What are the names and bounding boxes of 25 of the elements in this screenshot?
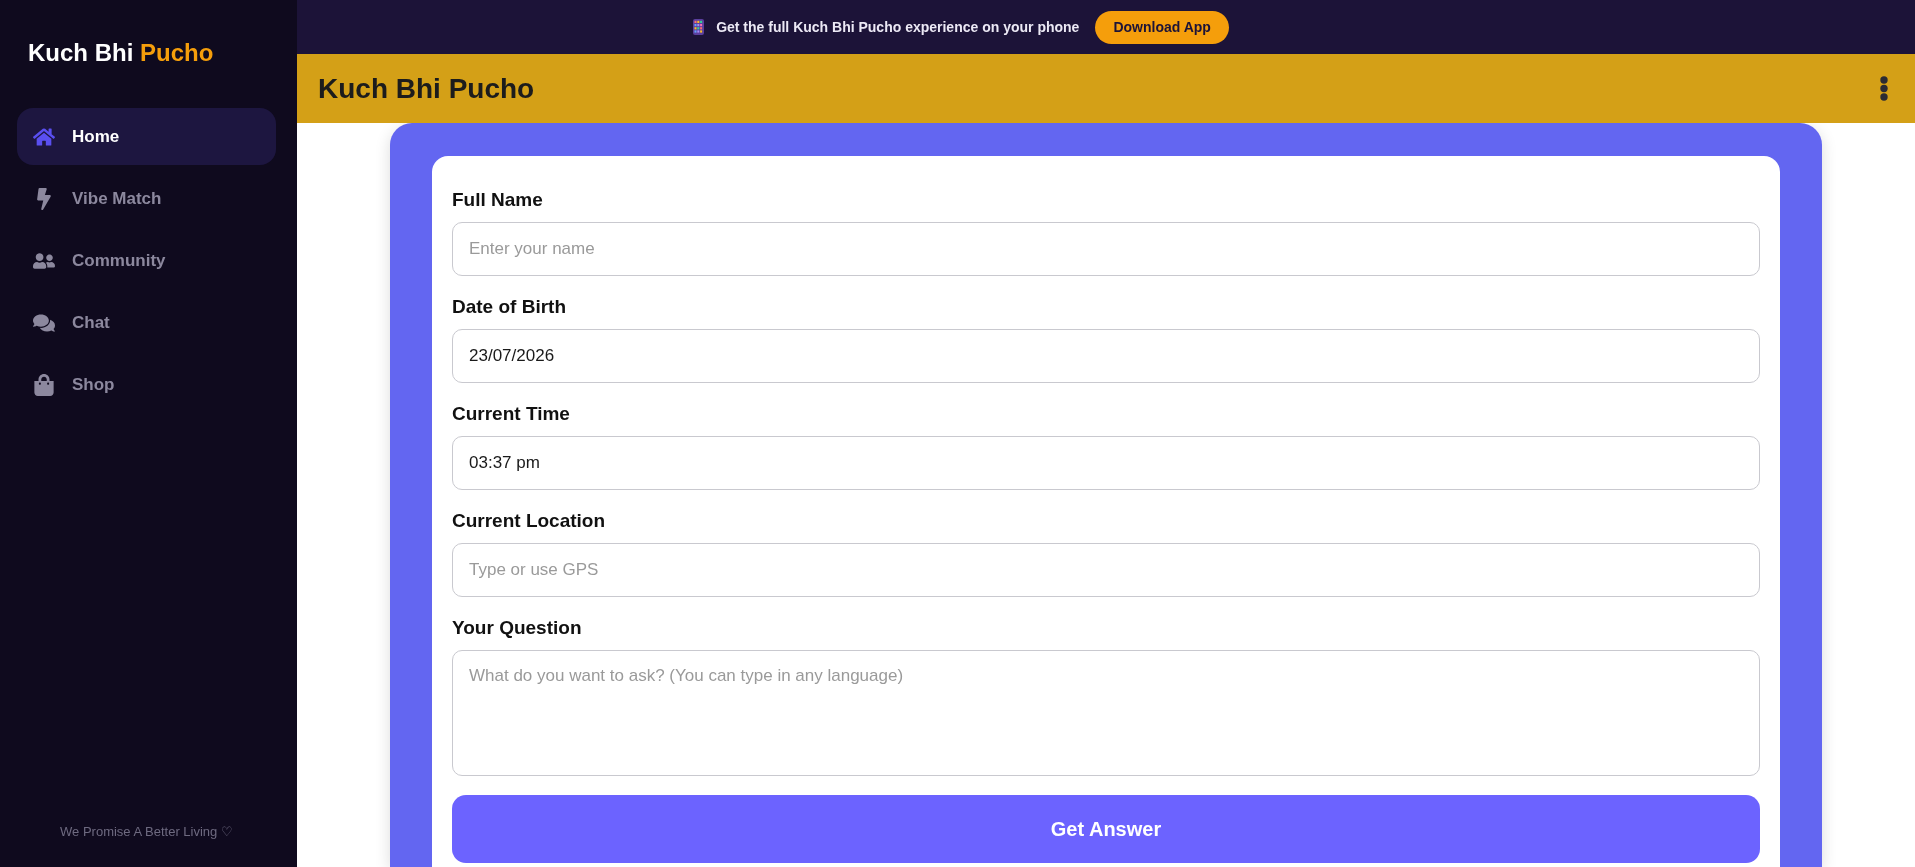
sidebar-item[interactable]: Shop [17,356,276,413]
field-label: Current Time [452,402,570,426]
promo-text: Get the full Kuch Bhi Pucho experience on your phone [716,19,1080,35]
field-label: Date of Birth [452,295,566,319]
sidebar-item[interactable]: Home [17,108,276,165]
sidebar-item[interactable]: Community [17,232,276,289]
input-field[interactable]: Enter your name [452,222,1760,276]
logo-text: Kuch Bhi Pucho [27,38,214,68]
tagline-text: We Promise A Better Living ♡ [60,824,233,840]
textarea-field[interactable]: What do you want to ask? (You can type in any language) [452,650,1760,776]
field-label: Your Question [452,616,582,640]
input-field[interactable]: 03:37 pm [452,436,1760,490]
shopping-bag-icon [33,373,55,396]
get-answer-button[interactable]: Get Answer [452,795,1760,863]
input-field[interactable]: 23/07/2026 [452,329,1760,383]
field-label: Full Name [452,188,543,212]
sidebar-item[interactable]: Chat [17,294,276,351]
home-icon [33,125,55,148]
more-menu-icon[interactable] [1880,76,1888,101]
field-label: Current Location [452,509,606,533]
page-title: Kuch Bhi Pucho [318,72,535,105]
phone-icon [693,19,705,35]
download-app-button[interactable]: Download App [1095,10,1229,44]
sidebar-item[interactable]: Vibe Match [17,170,276,227]
input-field[interactable]: Type or use GPS [452,543,1760,597]
